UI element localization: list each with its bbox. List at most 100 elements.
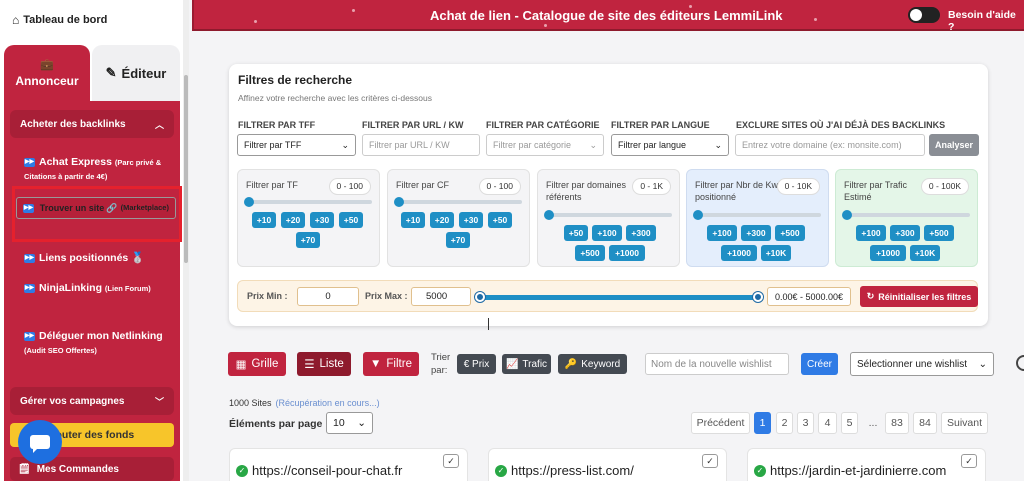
per-page-select[interactable]: 10 ⌄ bbox=[326, 412, 373, 434]
url-input[interactable]: Filtrer par URL / KW bbox=[362, 134, 480, 156]
sidebar-scroll-thumb[interactable] bbox=[184, 75, 188, 263]
sidebar-item-deleguer[interactable]: ▶▶ Déléguer mon Netlinking (Audit SEO Off… bbox=[16, 324, 176, 362]
pagination-page[interactable]: 3 bbox=[797, 412, 814, 434]
filter-range: 0 - 100 bbox=[328, 178, 371, 195]
domains-chip[interactable]: +500 bbox=[575, 245, 605, 261]
cf-chip[interactable]: +10 bbox=[401, 212, 425, 228]
chat-widget-button[interactable] bbox=[18, 420, 62, 464]
decor-dot bbox=[352, 9, 355, 12]
domains-chip[interactable]: +50 bbox=[564, 225, 588, 241]
pagination-next[interactable]: Suivant bbox=[941, 412, 988, 434]
help-toggle[interactable] bbox=[908, 7, 940, 23]
traffic-chip[interactable]: +300 bbox=[890, 225, 920, 241]
cf-chip[interactable]: +50 bbox=[488, 212, 512, 228]
pagination-page[interactable]: 83 bbox=[885, 412, 909, 434]
sort-traffic-button[interactable]: 📈 Trafic bbox=[502, 354, 551, 374]
tf-chip[interactable]: +70 bbox=[296, 232, 320, 248]
filter-range: 0 - 1K bbox=[632, 178, 671, 195]
tf-chip[interactable]: +50 bbox=[339, 212, 363, 228]
keywords-chip[interactable]: +300 bbox=[741, 225, 771, 241]
wishlist-name-input[interactable]: Nom de la nouvelle wishlist bbox=[645, 353, 789, 375]
site-url[interactable]: ✓ https://jardin-et-jardinierre.com bbox=[754, 463, 946, 478]
pagination-prev[interactable]: Précédent bbox=[691, 412, 750, 434]
section-acheter-backlinks[interactable]: Acheter des backlinks ︿ bbox=[10, 110, 174, 138]
tf-slider[interactable] bbox=[244, 197, 372, 207]
dashboard-link[interactable]: ⌂ Tableau de bord bbox=[12, 13, 107, 27]
slider-handle[interactable] bbox=[244, 197, 254, 207]
filter-toggle-label: Filtre bbox=[386, 358, 412, 370]
analyse-button[interactable]: Analyser bbox=[929, 134, 979, 156]
sort-price-button[interactable]: € Prix bbox=[457, 354, 496, 374]
cf-chip[interactable]: +70 bbox=[446, 232, 470, 248]
sidebar-item-achat-express[interactable]: ▶▶ Achat Express (Parc privé & Citations … bbox=[16, 150, 176, 188]
language-select[interactable]: Filtrer par langue ⌄ bbox=[611, 134, 729, 156]
tf-chip[interactable]: +30 bbox=[310, 212, 334, 228]
slider-handle[interactable] bbox=[394, 197, 404, 207]
create-wishlist-button[interactable]: Créer bbox=[801, 353, 838, 375]
keywords-chip[interactable]: +500 bbox=[775, 225, 805, 241]
tf-chip[interactable]: +20 bbox=[281, 212, 305, 228]
grid-view-button[interactable]: ▦ Grille bbox=[228, 352, 286, 376]
wishlist-select[interactable]: Sélectionner une wishlist ⌄ bbox=[850, 352, 994, 376]
pagination-page[interactable]: 2 bbox=[776, 412, 793, 434]
per-page-value: 10 bbox=[333, 417, 345, 429]
list-view-button[interactable]: ☰ Liste bbox=[297, 352, 351, 376]
slider-handle[interactable] bbox=[544, 210, 554, 220]
price-range-slider[interactable] bbox=[475, 292, 763, 302]
filter-box-title: Filtrer par domaines référents bbox=[546, 180, 627, 202]
price-min-handle[interactable] bbox=[475, 292, 485, 302]
tab-annonceur[interactable]: 💼 Annonceur bbox=[4, 45, 90, 101]
pagination-page[interactable]: 1 bbox=[754, 412, 771, 434]
category-select[interactable]: Filtrer par catégorie ⌄ bbox=[486, 134, 604, 156]
section-gerer-campagnes[interactable]: Gérer vos campagnes ﹀ bbox=[10, 387, 174, 415]
keywords-chip[interactable]: +10K bbox=[761, 245, 791, 261]
keywords-chip[interactable]: +1000 bbox=[721, 245, 757, 261]
tab-editeur[interactable]: ✎ Éditeur bbox=[92, 45, 180, 101]
select-site-checkbox[interactable]: ✓ bbox=[961, 454, 977, 468]
chevron-down-icon: ⌄ bbox=[714, 139, 722, 150]
keywords-slider[interactable] bbox=[693, 210, 821, 220]
results-count-text: 1000 Sites bbox=[229, 398, 272, 408]
url-label: FILTRER PAR URL / KW bbox=[362, 120, 464, 130]
slider-handle[interactable] bbox=[693, 210, 703, 220]
keywords-chip[interactable]: +100 bbox=[707, 225, 737, 241]
domains-slider[interactable] bbox=[544, 210, 672, 220]
site-url[interactable]: ✓ https://conseil-pour-chat.fr bbox=[236, 463, 402, 478]
pagination-page[interactable]: 4 bbox=[818, 412, 837, 434]
exclude-domain-input[interactable]: Entrez votre domaine (ex: monsite.com) bbox=[735, 134, 925, 156]
sidebar-item-note: (Lien Forum) bbox=[104, 284, 151, 293]
select-site-checkbox[interactable]: ✓ bbox=[702, 454, 718, 468]
price-max-handle[interactable] bbox=[753, 292, 763, 302]
slider-handle[interactable] bbox=[842, 210, 852, 220]
filter-toggle-button[interactable]: ▼ Filtre bbox=[363, 352, 419, 376]
traffic-chip[interactable]: +500 bbox=[924, 225, 954, 241]
sidebar-item-liens-positionnes[interactable]: ▶▶ Liens positionnés 🥈 bbox=[16, 246, 176, 270]
pagination-ellipsis: ... bbox=[868, 417, 878, 429]
site-card[interactable]: ✓ https://press-list.com/ ✓ bbox=[488, 448, 727, 481]
cf-chip[interactable]: +30 bbox=[459, 212, 483, 228]
wishlist-select-value: Sélectionner une wishlist bbox=[857, 358, 968, 370]
site-url[interactable]: ✓ https://press-list.com/ bbox=[495, 463, 634, 478]
verified-icon: ✓ bbox=[236, 464, 248, 477]
domains-chip[interactable]: +100 bbox=[592, 225, 622, 241]
site-card[interactable]: ✓ https://conseil-pour-chat.fr ✓ bbox=[229, 448, 468, 481]
tf-chip[interactable]: +10 bbox=[252, 212, 276, 228]
cf-chip[interactable]: +20 bbox=[430, 212, 454, 228]
traffic-chip[interactable]: +10K bbox=[910, 245, 940, 261]
price-max-input[interactable]: 5000 bbox=[411, 287, 471, 306]
traffic-slider[interactable] bbox=[842, 210, 970, 220]
traffic-chip[interactable]: +100 bbox=[856, 225, 886, 241]
sort-keyword-button[interactable]: 🔑 Keyword bbox=[558, 354, 627, 374]
pagination-page[interactable]: 5 bbox=[841, 412, 858, 434]
domains-chip[interactable]: +300 bbox=[626, 225, 656, 241]
site-card[interactable]: ✓ https://jardin-et-jardinierre.com ✓ bbox=[747, 448, 986, 481]
cf-slider[interactable] bbox=[394, 197, 522, 207]
reset-filters-button[interactable]: ↻ Réinitialiser les filtres bbox=[860, 286, 978, 307]
select-site-checkbox[interactable]: ✓ bbox=[443, 454, 459, 468]
domains-chip[interactable]: +1000 bbox=[609, 245, 645, 261]
price-min-input[interactable]: 0 bbox=[297, 287, 359, 306]
pagination-page[interactable]: 84 bbox=[913, 412, 937, 434]
traffic-chip[interactable]: +1000 bbox=[870, 245, 906, 261]
tff-select[interactable]: Filtrer par TFF ⌄ bbox=[237, 134, 356, 156]
sidebar-item-ninjalinking[interactable]: ▶▶ NinjaLinking (Lien Forum) bbox=[16, 276, 176, 300]
